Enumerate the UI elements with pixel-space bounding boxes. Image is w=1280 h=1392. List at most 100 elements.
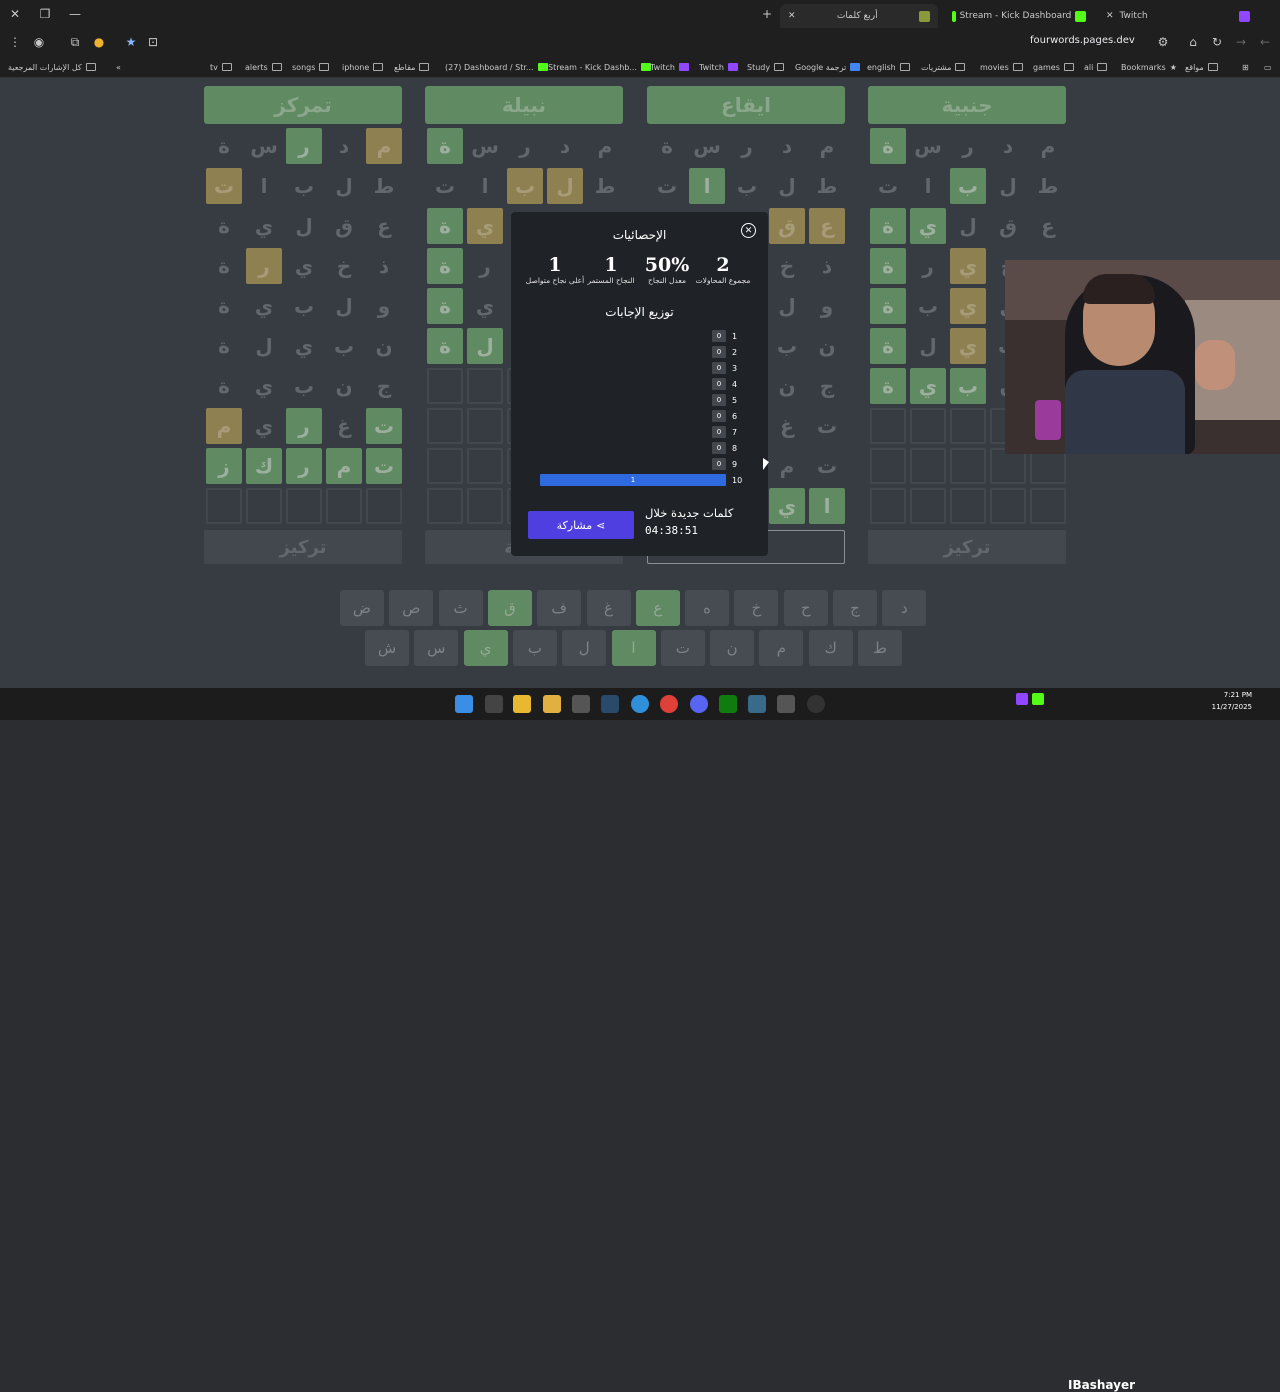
tab-search-icon[interactable]: ⊡ xyxy=(142,28,164,56)
discord-icon[interactable] xyxy=(690,695,708,713)
bookmark-twitch-2[interactable]: Twitch xyxy=(699,56,738,78)
keyboard-key[interactable]: ض xyxy=(340,590,384,626)
close-tab-icon[interactable]: ✕ xyxy=(788,11,796,21)
board-current-input[interactable]: تركيز xyxy=(868,530,1066,564)
extension-icon[interactable]: ● xyxy=(88,28,110,56)
board-current-input[interactable]: تركيز xyxy=(204,530,402,564)
bookmark-alerts[interactable]: alerts xyxy=(245,56,282,78)
tab-twitch[interactable]: ✕ Twitch xyxy=(1098,4,1258,28)
site-settings-icon[interactable]: ⚙ xyxy=(1152,28,1174,56)
folder-icon xyxy=(271,63,282,71)
file-explorer-icon[interactable] xyxy=(513,695,531,713)
share-button[interactable]: مشاركة ⋖ xyxy=(528,511,634,539)
minimize-window-icon[interactable]: — xyxy=(64,0,86,28)
letter-tile: ة xyxy=(427,128,463,164)
close-window-icon[interactable]: ✕ xyxy=(4,0,26,28)
letter-tile: ي xyxy=(294,334,314,358)
start-icon[interactable] xyxy=(455,695,473,713)
obs-icon[interactable] xyxy=(777,695,795,713)
keyboard-key[interactable]: ف xyxy=(537,590,582,626)
keyboard-key[interactable]: س xyxy=(414,630,459,666)
reload-icon[interactable]: ↻ xyxy=(1206,28,1228,56)
keyboard-key[interactable]: ن xyxy=(710,630,755,666)
keyboard-key[interactable]: ت xyxy=(660,630,705,666)
twitch-tray-icon xyxy=(1016,693,1028,705)
letter-tile: ك xyxy=(246,448,282,484)
calculator-icon[interactable] xyxy=(572,695,590,713)
bookmark-study[interactable]: Study xyxy=(747,56,785,78)
distribution-guess-number: 3 xyxy=(732,363,738,373)
distribution-row: 07 xyxy=(712,426,742,438)
forward-icon[interactable]: → xyxy=(1230,28,1252,56)
letter-tile xyxy=(286,488,322,524)
letter-tile: ب xyxy=(917,294,939,318)
keyboard-key[interactable]: ص xyxy=(389,590,434,626)
bookmark-kick[interactable]: Stream - Kick Dashb... xyxy=(548,56,651,78)
store-icon[interactable] xyxy=(543,695,561,713)
keyboard-key[interactable]: ج xyxy=(833,590,877,626)
keyboard-key[interactable]: ي xyxy=(463,630,508,666)
apps-grid-icon[interactable]: ⊞ xyxy=(1242,56,1249,78)
keyboard-key[interactable]: ك xyxy=(808,630,853,666)
bookmark-purchases[interactable]: مشتريات xyxy=(921,56,966,78)
restore-window-icon[interactable]: ❐ xyxy=(34,0,56,28)
keyboard-key[interactable]: ط xyxy=(858,630,902,666)
tab-fourwords[interactable]: ✕ أربع كلمات xyxy=(780,4,938,28)
xbox-icon[interactable] xyxy=(719,695,737,713)
tab-kick[interactable]: Stream - Kick Dashboard xyxy=(944,4,1094,28)
bookmark-clips[interactable]: مقاطع xyxy=(394,56,430,78)
bookmarks-overflow-icon[interactable]: « xyxy=(116,56,121,78)
bookmark-translate[interactable]: Google ترجمة xyxy=(795,56,861,78)
edge-icon[interactable] xyxy=(631,695,649,713)
bookmark-ali[interactable]: ali xyxy=(1084,56,1108,78)
board-answer-word: تمركز xyxy=(204,86,402,124)
address-bar-url[interactable]: fourwords.pages.dev xyxy=(1030,35,1135,46)
bookmark-bookmarks[interactable]: Bookmarks ★ xyxy=(1121,56,1177,78)
task-view-icon[interactable] xyxy=(485,695,503,713)
keyboard-key[interactable]: د xyxy=(882,590,927,626)
bookmark-iphone[interactable]: iphone xyxy=(342,56,384,78)
keyboard-key[interactable]: ث xyxy=(438,590,483,626)
extensions-icon[interactable]: ⧉ xyxy=(64,28,86,56)
new-tab-icon[interactable]: + xyxy=(756,0,778,28)
bookmark-all[interactable]: كل الإشارات المرجعية xyxy=(8,56,96,78)
back-icon[interactable]: ← xyxy=(1254,28,1276,56)
keyboard-key[interactable]: ح xyxy=(783,590,828,626)
bookmark-twitch-1[interactable]: Twitch xyxy=(650,56,689,78)
side-panel-icon[interactable]: ▭ xyxy=(1264,56,1272,78)
keyboard-key[interactable]: ش xyxy=(365,630,409,666)
keyboard-key[interactable]: ا xyxy=(611,630,656,666)
bookmark-dashboard[interactable]: (27) Dashboard / Str... xyxy=(445,56,548,78)
stat-value: 1 xyxy=(548,254,562,276)
letter-tile: ة xyxy=(218,134,230,158)
keyboard-key[interactable]: ع xyxy=(635,590,680,626)
bookmark-sites[interactable]: مواقع xyxy=(1185,56,1218,78)
settings-icon[interactable] xyxy=(807,695,825,713)
keyboard-key[interactable]: غ xyxy=(586,590,631,626)
bookmark-games[interactable]: games xyxy=(1033,56,1074,78)
bookmark-tv[interactable]: tv xyxy=(210,56,232,78)
letter-tile: ق xyxy=(335,214,353,238)
keyboard-key[interactable]: ب xyxy=(512,630,557,666)
bookmark-movies[interactable]: movies xyxy=(980,56,1023,78)
keyboard-key[interactable]: ه xyxy=(685,590,730,626)
keyboard-key[interactable]: م xyxy=(759,630,804,666)
bookmark-star-icon[interactable]: ★ xyxy=(120,28,142,56)
app-icon[interactable] xyxy=(748,695,766,713)
home-icon[interactable]: ⌂ xyxy=(1182,28,1204,56)
bookmark-english[interactable]: english xyxy=(867,56,910,78)
steam-icon[interactable] xyxy=(601,695,619,713)
close-tab-icon[interactable]: ✕ xyxy=(1106,11,1114,21)
keyboard-key[interactable]: ل xyxy=(562,630,607,666)
bookmark-songs[interactable]: songs xyxy=(292,56,330,78)
profile-icon[interactable]: ◉ xyxy=(28,28,50,56)
letter-tile: ة xyxy=(870,128,906,164)
menu-icon[interactable]: ⋮ xyxy=(4,28,26,56)
letter-tile: م xyxy=(819,134,835,158)
clock-time: 7:21 PM xyxy=(1223,691,1252,699)
keyboard-key[interactable]: ق xyxy=(487,590,532,626)
distribution-guess-number: 9 xyxy=(732,459,738,469)
browser-toolbar: ⋮ ◉ ⧉ ● ★ ⊡ fourwords.pages.dev ⚙ ⌂ ↻ → … xyxy=(0,28,1280,56)
keyboard-key[interactable]: خ xyxy=(734,590,779,626)
chrome-icon[interactable] xyxy=(660,695,678,713)
